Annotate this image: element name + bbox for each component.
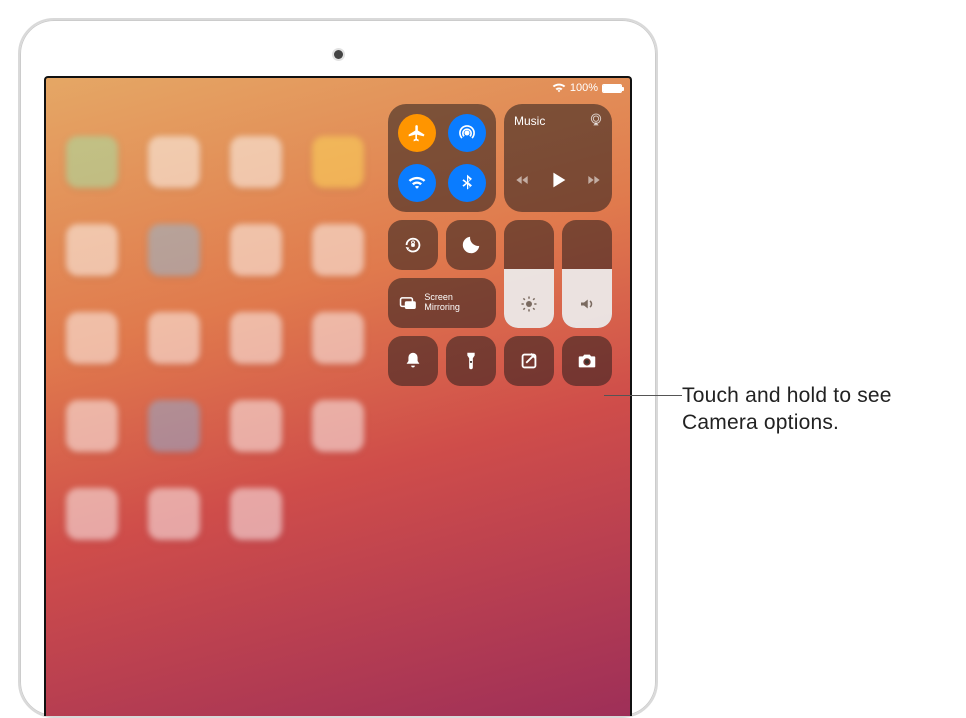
- bluetooth-icon: [457, 173, 477, 193]
- volume-icon: [578, 295, 596, 318]
- ipad-bezel: 100% M: [18, 18, 658, 718]
- media-transport: [514, 169, 602, 196]
- airplay-icon[interactable]: [588, 112, 604, 128]
- media-playback-group[interactable]: Music: [504, 104, 612, 212]
- airplane-mode-button[interactable]: [398, 114, 436, 152]
- bluetooth-button[interactable]: [448, 164, 486, 202]
- airplane-icon: [407, 123, 427, 143]
- play-button[interactable]: [547, 169, 569, 196]
- rewind-icon: [515, 172, 531, 188]
- wifi-status-icon: [552, 83, 566, 93]
- quick-note-icon: [518, 350, 540, 372]
- brightness-icon: [520, 295, 538, 318]
- callout-text: Touch and hold to see Camera options.: [682, 382, 942, 437]
- rotation-lock-button[interactable]: [388, 220, 438, 270]
- volume-slider[interactable]: [562, 220, 612, 328]
- battery-icon: [602, 84, 622, 93]
- status-bar: 100%: [552, 82, 622, 94]
- battery-percent: 100%: [570, 82, 598, 94]
- front-camera: [334, 50, 343, 59]
- flashlight-icon: [460, 350, 482, 372]
- airdrop-icon: [457, 123, 477, 143]
- camera-button[interactable]: [562, 336, 612, 386]
- screen-mirroring-button[interactable]: Screen Mirroring: [388, 278, 496, 328]
- do-not-disturb-icon: [460, 234, 482, 256]
- rotation-lock-icon: [402, 234, 424, 256]
- quick-note-button[interactable]: [504, 336, 554, 386]
- forward-button[interactable]: [585, 172, 601, 193]
- play-icon: [547, 169, 569, 191]
- silent-mode-button[interactable]: [388, 336, 438, 386]
- control-center: Music: [388, 104, 620, 386]
- do-not-disturb-button[interactable]: [446, 220, 496, 270]
- connectivity-group[interactable]: [388, 104, 496, 212]
- rewind-button[interactable]: [515, 172, 531, 193]
- flashlight-button[interactable]: [446, 336, 496, 386]
- screen-mirroring-icon: [398, 292, 418, 314]
- forward-icon: [585, 172, 601, 188]
- brightness-slider[interactable]: [504, 220, 554, 328]
- camera-icon: [576, 350, 598, 372]
- callout-leader-line: [604, 395, 682, 396]
- wifi-icon: [407, 173, 427, 193]
- screen-mirroring-label: Screen Mirroring: [424, 293, 486, 313]
- airdrop-button[interactable]: [448, 114, 486, 152]
- ipad-screen: 100% M: [44, 76, 632, 716]
- bell-icon: [402, 350, 424, 372]
- wifi-button[interactable]: [398, 164, 436, 202]
